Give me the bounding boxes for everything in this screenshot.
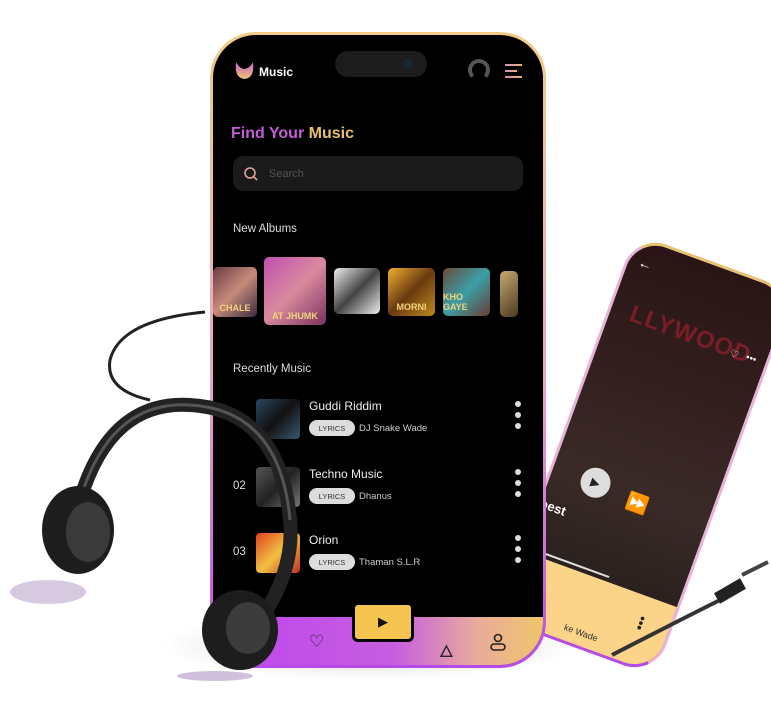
album-thumb — [256, 467, 300, 507]
play-button[interactable]: ▶ — [576, 463, 615, 502]
song-artist: Thaman S.L.R — [359, 557, 421, 568]
album-card[interactable]: MORNI — [388, 268, 435, 316]
back-arrow-icon[interactable]: ← — [636, 254, 655, 274]
song-title: Techno Music — [309, 467, 383, 481]
player-artist: ke Wade — [562, 622, 600, 644]
album-card[interactable]: AT JHUMK — [264, 257, 326, 325]
song-artist: DJ Snake Wade — [359, 423, 428, 434]
album-card[interactable]: CHALE — [213, 267, 257, 317]
album-thumb — [256, 399, 300, 439]
heart-icon[interactable]: ♡ — [309, 632, 324, 652]
more-icon[interactable] — [515, 469, 521, 502]
search-icon — [244, 166, 258, 181]
brand-name: Music — [259, 65, 294, 79]
dynamic-island — [335, 51, 427, 77]
song-artist: Dhanus — [359, 491, 392, 502]
menu-icon[interactable] — [505, 64, 522, 82]
play-button[interactable]: ▶ — [352, 602, 414, 642]
main-phone: Music Find Your Music New Albums CHALE A… — [210, 32, 546, 668]
more-icon[interactable]: ••• — [631, 614, 651, 633]
list-item[interactable]: 03 Orion LYRICS Thaman S.L.R — [213, 533, 543, 577]
section-recently: Recently Music — [233, 363, 311, 375]
album-thumb — [256, 533, 300, 573]
list-item[interactable]: 02 Techno Music LYRICS Dhanus — [213, 467, 543, 511]
flame-icon[interactable]: 🜂 — [439, 632, 454, 665]
lyrics-badge[interactable]: LYRICS — [309, 488, 355, 504]
song-title: Orion — [309, 533, 339, 547]
lyrics-badge[interactable]: LYRICS — [309, 420, 355, 436]
album-card[interactable] — [334, 268, 380, 314]
song-title: Guddi Riddim — [309, 399, 382, 413]
lyrics-badge[interactable]: LYRICS — [309, 554, 355, 570]
profile-icon[interactable] — [489, 633, 507, 651]
section-new-albums: New Albums — [233, 223, 297, 235]
album-card[interactable] — [500, 271, 518, 317]
list-item[interactable]: Guddi Riddim LYRICS DJ Snake Wade — [213, 399, 543, 443]
play-icon: ▶ — [378, 614, 388, 629]
search-bar[interactable] — [233, 156, 523, 191]
album-carousel[interactable]: CHALE AT JHUMK MORNI KHO GAYE — [213, 257, 543, 329]
album-card[interactable]: KHO GAYE — [443, 268, 490, 316]
search-input[interactable] — [269, 167, 411, 180]
more-icon[interactable] — [515, 535, 521, 568]
avatar[interactable] — [468, 59, 490, 81]
fast-forward-icon[interactable]: ⏩ — [623, 490, 651, 517]
more-icon[interactable] — [515, 401, 521, 434]
screen: Music Find Your Music New Albums CHALE A… — [213, 35, 543, 665]
logo-icon — [235, 62, 254, 79]
page-title: Find Your Music — [231, 125, 354, 142]
